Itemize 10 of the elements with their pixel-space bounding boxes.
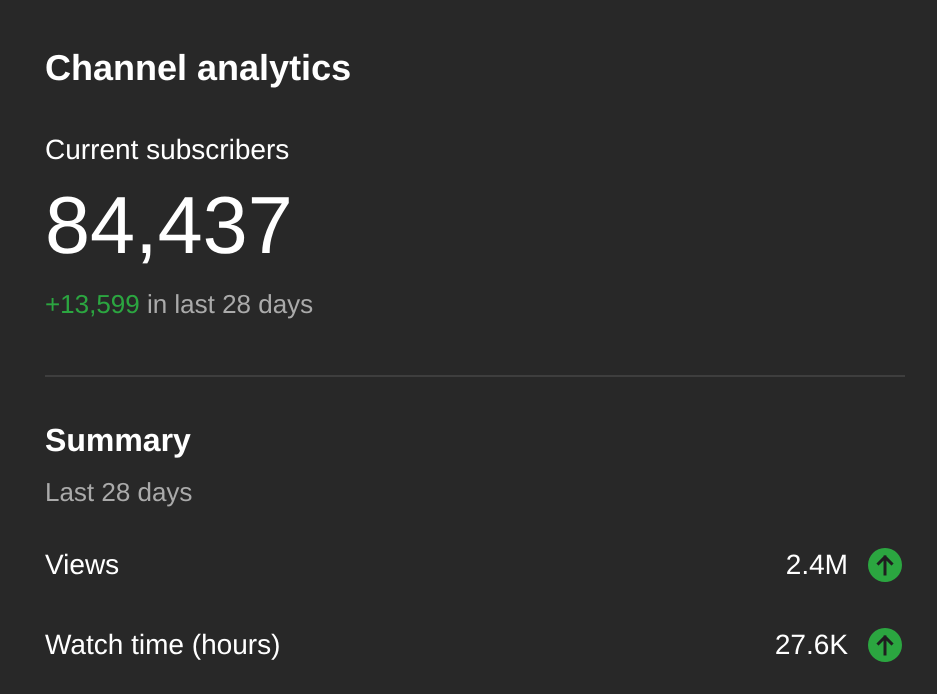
metric-label: Views — [45, 548, 120, 582]
summary-period: Last 28 days — [45, 476, 192, 508]
metric-label: Watch time (hours) — [45, 628, 280, 662]
metric-value: 27.6K — [774, 628, 848, 662]
summary-title: Summary — [45, 421, 191, 459]
subscriber-change-text: +13,599 in last 28 days — [45, 288, 314, 320]
subscriber-count: 84,437 — [45, 184, 293, 268]
subscribers-label: Current subscribers — [45, 133, 290, 167]
metric-value: 2.4M — [786, 548, 848, 582]
card-title: Channel analytics — [45, 46, 352, 89]
